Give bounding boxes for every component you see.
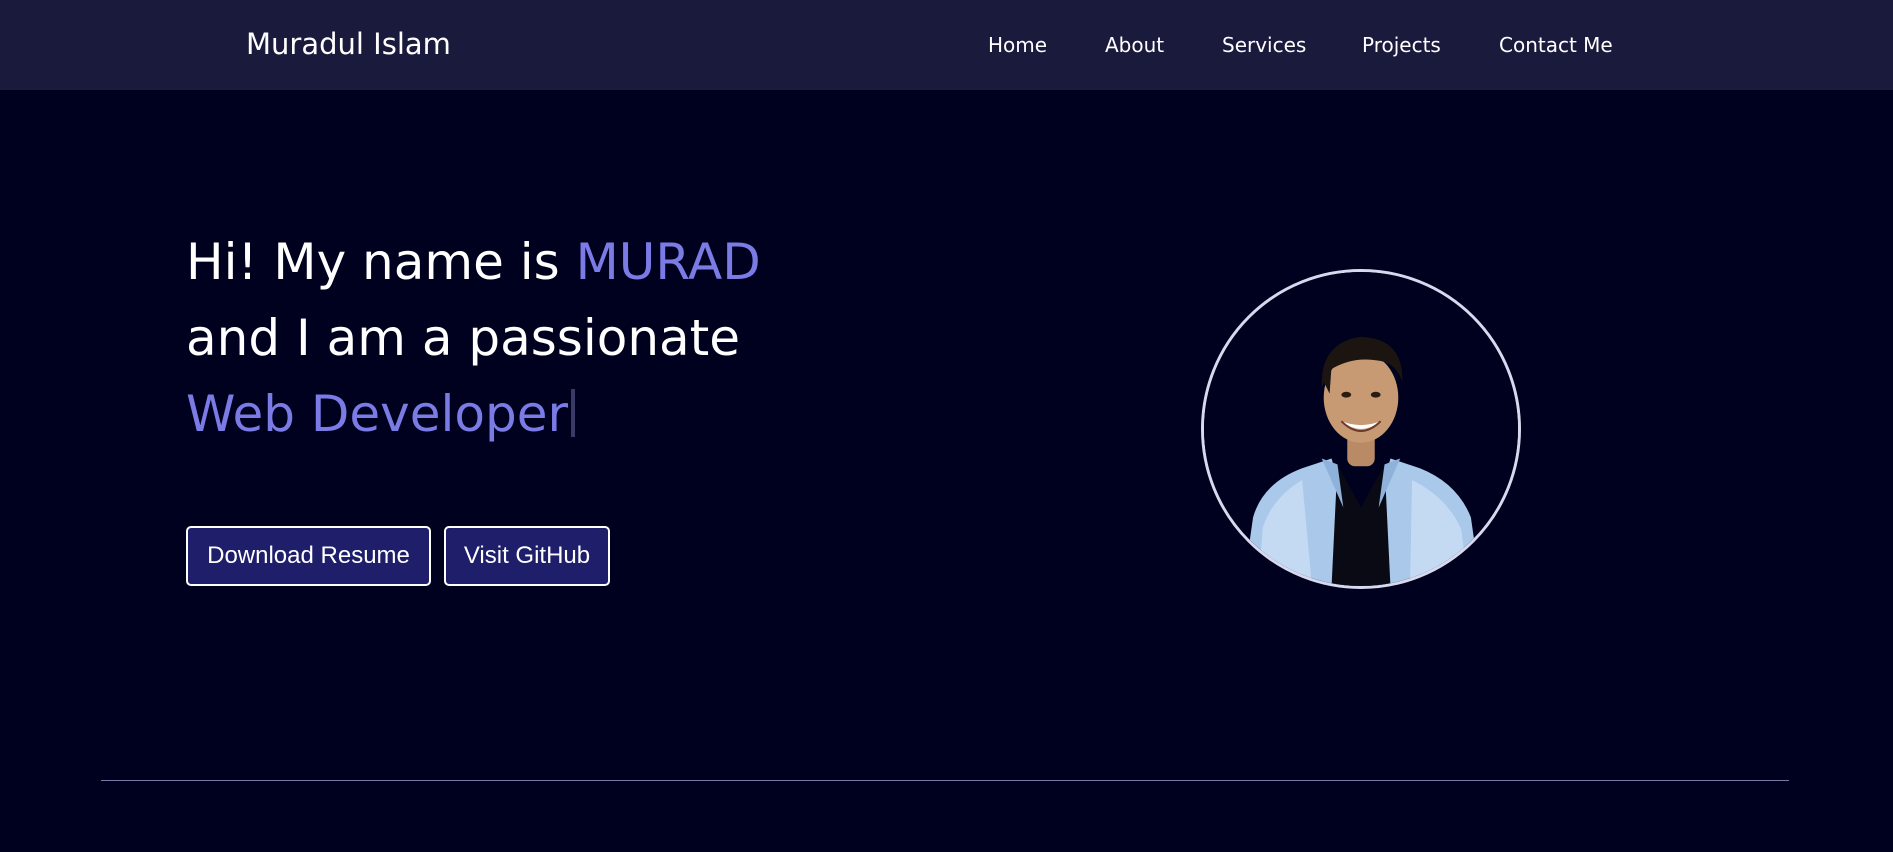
profile-photo-illustration xyxy=(1204,272,1518,586)
visit-github-button[interactable]: Visit GitHub xyxy=(444,526,610,586)
top-navbar: Muradul Islam Home About Services Projec… xyxy=(0,0,1893,90)
nav-about-link[interactable]: About xyxy=(1105,31,1164,59)
nav-home-link[interactable]: Home xyxy=(988,31,1047,59)
nav-services-link[interactable]: Services xyxy=(1222,31,1306,59)
nav-contact-link[interactable]: Contact Me xyxy=(1499,31,1613,59)
hero-heading: Hi! My name is MURAD and I am a passiona… xyxy=(186,224,946,452)
section-divider xyxy=(101,780,1789,781)
hero-line-passion: and I am a passionate xyxy=(186,309,741,367)
hero-name: MURAD xyxy=(575,233,761,291)
profile-avatar xyxy=(1201,269,1521,589)
hero-intro-text: Hi! My name is xyxy=(186,233,576,291)
hero-role-typed: Web Developer xyxy=(186,385,569,443)
typing-cursor xyxy=(571,389,576,437)
hero-line-role: Web Developer xyxy=(186,376,946,452)
download-resume-button[interactable]: Download Resume xyxy=(186,526,431,586)
hero-line-intro: Hi! My name is MURAD xyxy=(186,224,946,300)
nav-projects-link[interactable]: Projects xyxy=(1362,31,1441,59)
main-nav: Home About Services Projects Contact Me xyxy=(0,31,1893,59)
